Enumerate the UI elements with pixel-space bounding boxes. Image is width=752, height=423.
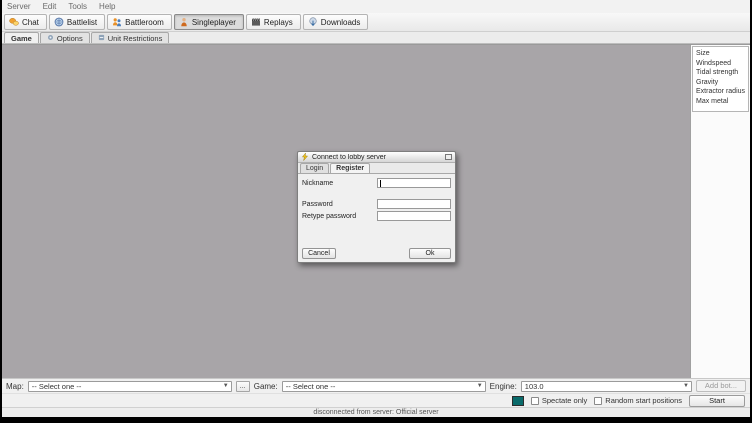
globe-icon (54, 17, 64, 27)
toolbar-button-singleplayer[interactable]: Singleplayer (174, 14, 244, 30)
map-detail-label: Gravity (696, 78, 747, 88)
map-browse-button[interactable]: ... (236, 381, 250, 392)
toolbar-button-battlelist[interactable]: Battlelist (49, 14, 105, 30)
clapperboard-icon (251, 17, 261, 27)
random-start-group: Random start positions (594, 396, 682, 405)
toolbar-button-battleroom[interactable]: Battleroom (107, 14, 172, 30)
text-caret (380, 180, 381, 187)
toolbar-label: Singleplayer (192, 18, 236, 27)
chevron-down-icon: ▼ (223, 383, 229, 389)
options-icon (47, 34, 54, 43)
users-icon (112, 17, 122, 27)
chevron-down-icon: ▼ (477, 383, 483, 389)
spectate-only-checkbox[interactable] (531, 397, 539, 405)
nickname-label: Nickname (302, 180, 333, 187)
dialog-titlebar[interactable]: Connect to lobby server (298, 152, 455, 163)
chevron-down-icon: ▼ (683, 383, 689, 389)
game-label: Game: (254, 382, 278, 391)
tab-label: Options (57, 34, 83, 43)
toolbar-label: Chat (22, 18, 39, 27)
map-select[interactable]: -- Select one -- ▼ (28, 381, 232, 392)
tab-label: Unit Restrictions (108, 34, 163, 43)
map-detail-label: Windspeed (696, 59, 747, 69)
map-detail-label: Size (696, 49, 747, 59)
dialog-body: Nickname Password Retype password Cancel… (298, 174, 455, 262)
retype-password-input[interactable] (377, 211, 451, 221)
random-start-checkbox[interactable] (594, 397, 602, 405)
map-select-value: -- Select one -- (32, 382, 82, 391)
toolbar-label: Battleroom (125, 18, 164, 27)
map-label: Map: (6, 382, 24, 391)
cancel-button[interactable]: Cancel (302, 248, 336, 259)
retype-password-label: Retype password (302, 213, 356, 220)
random-start-label: Random start positions (605, 396, 682, 405)
unit-restrictions-icon (98, 34, 105, 43)
engine-select-value: 103.0 (525, 382, 544, 391)
password-row: Password (302, 199, 451, 209)
engine-select[interactable]: 103.0 ▼ (521, 381, 692, 392)
ok-button[interactable]: Ok (409, 248, 451, 259)
connect-dialog: Connect to lobby server Login Register N… (297, 151, 456, 263)
engine-label: Engine: (490, 382, 517, 391)
nickname-row: Nickname (302, 178, 451, 188)
game-select[interactable]: -- Select one -- ▼ (282, 381, 486, 392)
retype-password-row: Retype password (302, 211, 451, 221)
singleplayer-tab-row: Game Options Unit Restrictions (2, 32, 750, 44)
dialog-tab-register[interactable]: Register (330, 163, 370, 173)
menu-bar: Server Edit Tools Help (2, 0, 750, 13)
menu-tools[interactable]: Tools (68, 2, 87, 11)
start-button[interactable]: Start (689, 395, 745, 407)
status-text: disconnected from server: Official serve… (313, 409, 438, 416)
person-icon (179, 17, 189, 27)
menu-server[interactable]: Server (7, 2, 31, 11)
dialog-tab-login[interactable]: Login (300, 163, 329, 173)
map-detail-label: Extractor radius (696, 87, 747, 97)
dialog-close-icon[interactable] (445, 154, 452, 160)
password-label: Password (302, 201, 333, 208)
toolbar-label: Replays (264, 18, 293, 27)
map-detail-label: Max metal (696, 97, 747, 107)
toolbar-button-chat[interactable]: Chat (4, 14, 47, 30)
setup-row: Map: -- Select one -- ▼ ... Game: -- Sel… (2, 378, 750, 393)
dialog-tab-row: Login Register (298, 163, 455, 174)
password-input[interactable] (377, 199, 451, 209)
tab-game[interactable]: Game (4, 32, 39, 43)
game-select-value: -- Select one -- (286, 382, 336, 391)
chat-icon (9, 17, 19, 27)
team-color-button[interactable] (512, 396, 524, 406)
main-toolbar: Chat Battlelist Battleroom Singleplayer … (2, 13, 750, 32)
menu-help[interactable]: Help (99, 2, 115, 11)
toolbar-button-replays[interactable]: Replays (246, 14, 301, 30)
map-details-box: Size Windspeed Tidal strength Gravity Ex… (692, 46, 749, 112)
tab-label: Game (11, 34, 32, 43)
map-details-panel: Size Windspeed Tidal strength Gravity Ex… (690, 45, 750, 378)
tab-options[interactable]: Options (40, 32, 90, 43)
toolbar-button-downloads[interactable]: Downloads (303, 14, 369, 30)
map-detail-label: Tidal strength (696, 68, 747, 78)
start-options-row: Spectate only Random start positions Sta… (2, 393, 750, 407)
nickname-input[interactable] (377, 178, 451, 188)
tab-unit-restrictions[interactable]: Unit Restrictions (91, 32, 170, 43)
menu-edit[interactable]: Edit (43, 2, 57, 11)
spectate-only-label: Spectate only (542, 396, 587, 405)
toolbar-label: Downloads (321, 18, 361, 27)
download-icon (308, 17, 318, 27)
spectate-only-group: Spectate only (531, 396, 587, 405)
add-bot-button[interactable]: Add bot... (696, 380, 746, 392)
status-bar: disconnected from server: Official serve… (2, 407, 750, 417)
dialog-title: Connect to lobby server (312, 154, 442, 161)
toolbar-label: Battlelist (67, 18, 97, 27)
dialog-button-row: Cancel Ok (302, 248, 451, 259)
